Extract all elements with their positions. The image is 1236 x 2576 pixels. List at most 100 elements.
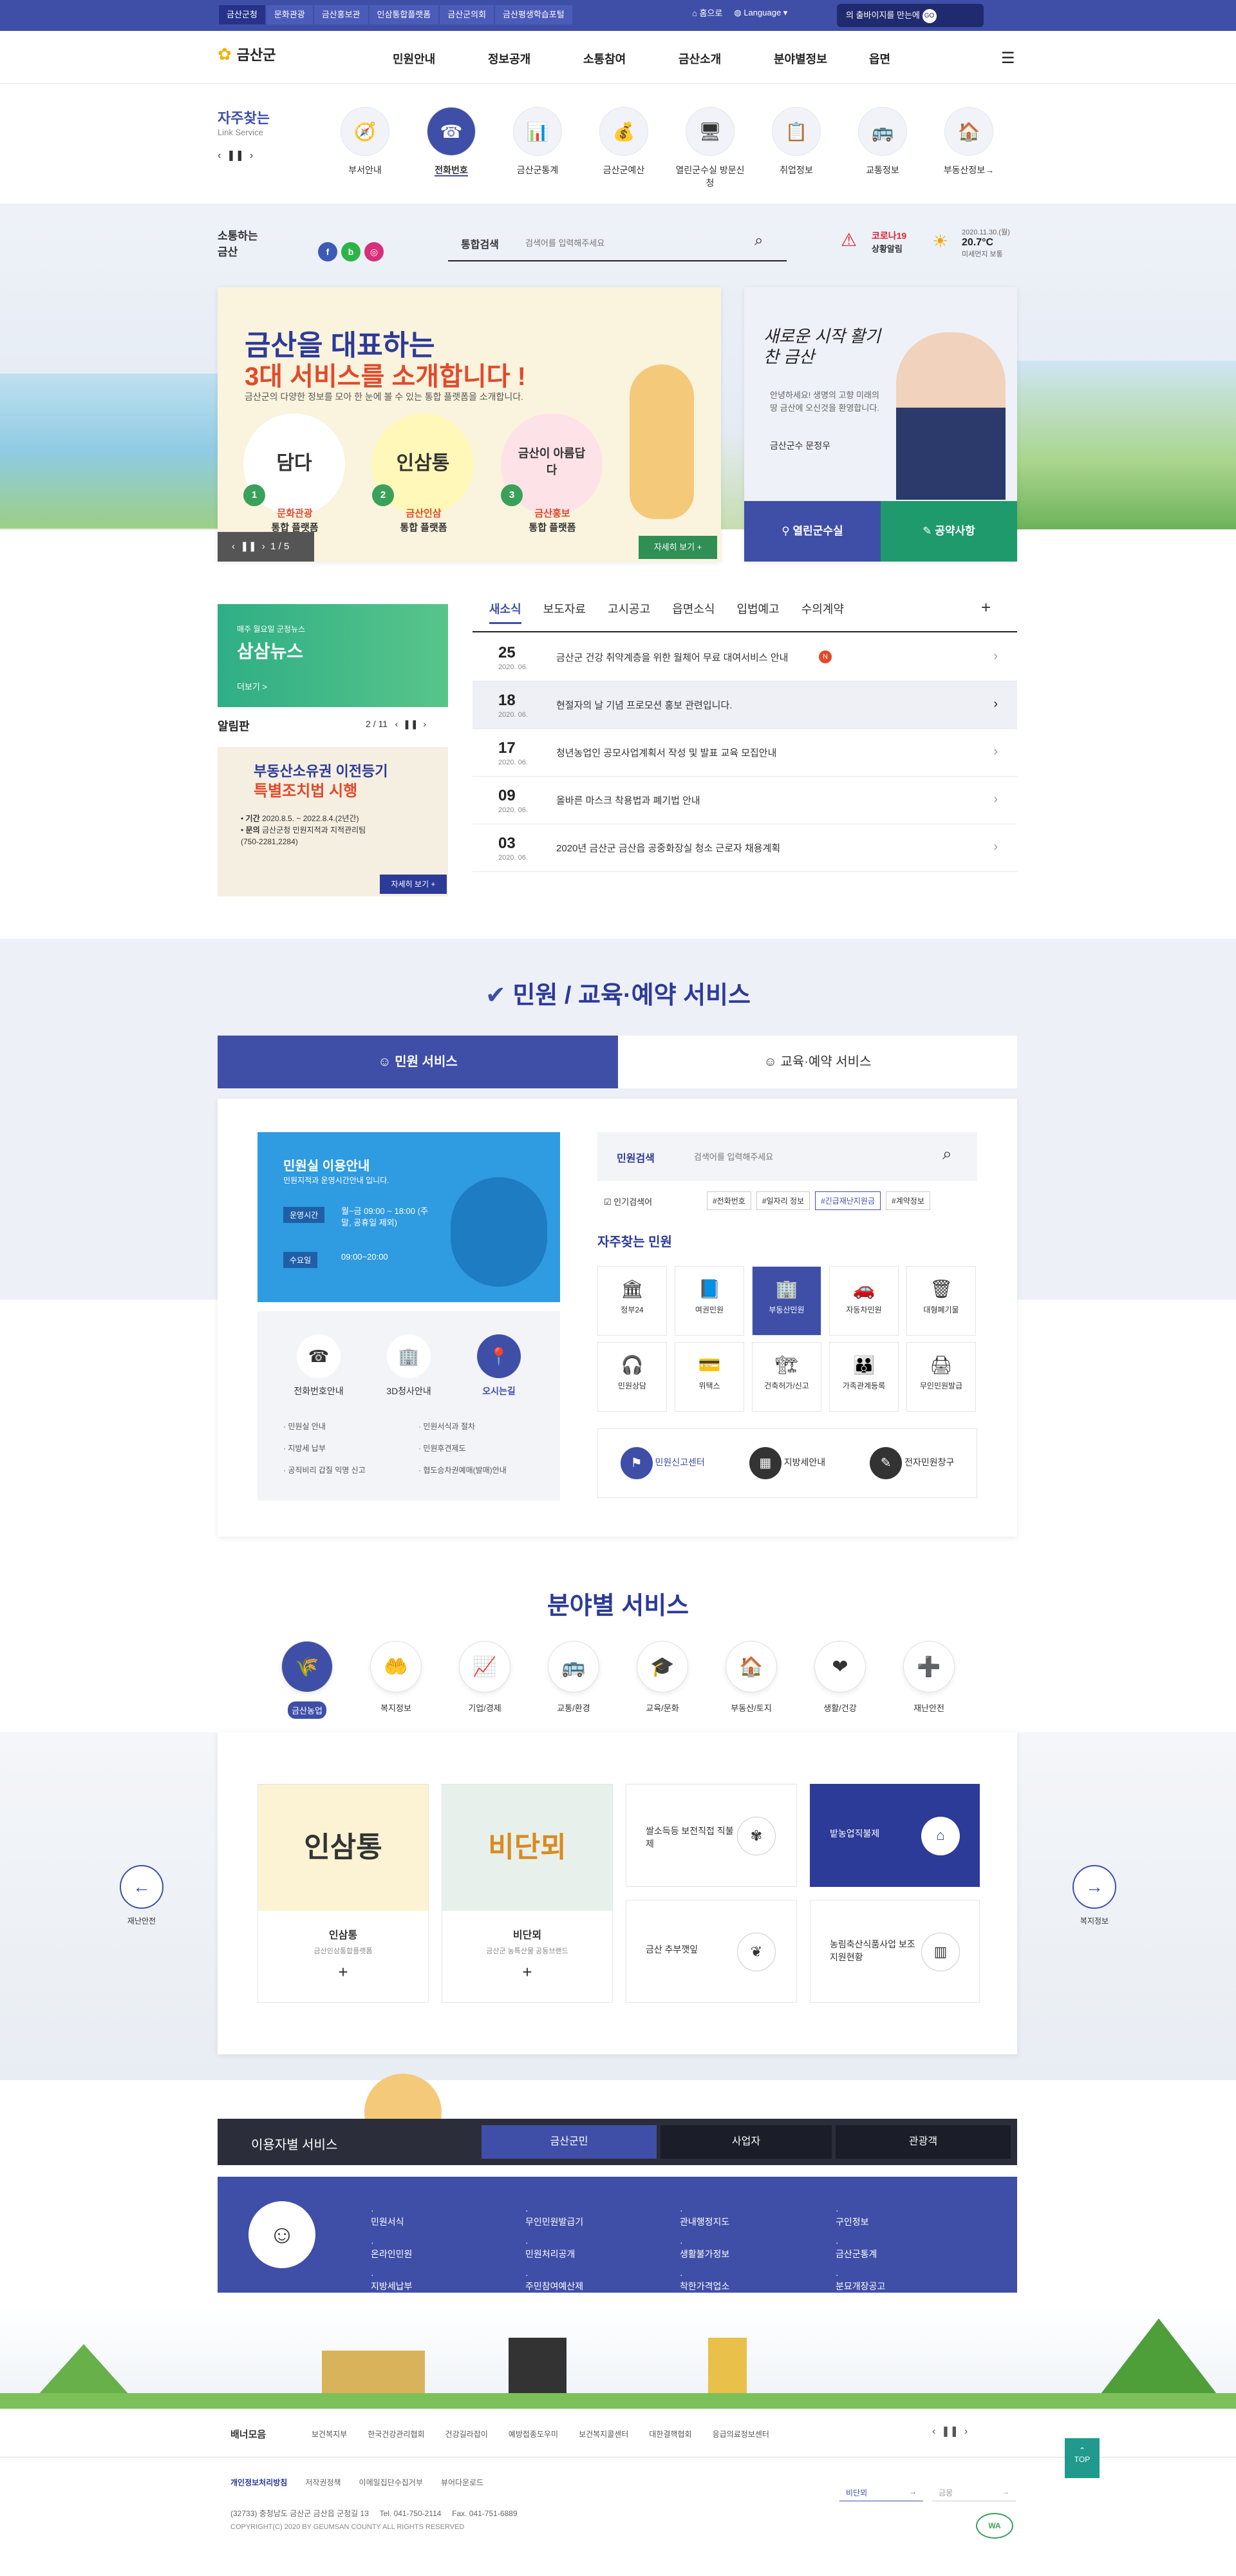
- news-tab[interactable]: 읍면소식: [672, 600, 715, 624]
- user-link[interactable]: · 구인정보: [836, 2205, 885, 2228]
- user-link[interactable]: · 주민참여예산제: [525, 2269, 583, 2293]
- quick-item[interactable]: 📋 취업정보: [761, 107, 832, 176]
- civil-grid-item[interactable]: 🚗 자동차민원: [829, 1266, 899, 1336]
- language-select[interactable]: ◍ Language ▾: [734, 8, 787, 18]
- footer-link[interactable]: 저작권정책: [305, 2477, 341, 2488]
- news-row[interactable]: 18 2020. 06. 현절자의 날 기념 프로모션 홍보 관련입니다. ›: [473, 681, 1017, 729]
- facebook-icon[interactable]: f: [318, 242, 337, 261]
- site-tab[interactable]: 금산홍보관: [314, 5, 368, 24]
- user-link[interactable]: · 금산군통계: [836, 2237, 885, 2260]
- user-link[interactable]: · 온라인민원: [371, 2237, 412, 2260]
- e-civil-link[interactable]: ✎ 전자민원창구: [870, 1447, 954, 1479]
- home-link[interactable]: ⌂ 홈으로: [692, 6, 722, 19]
- notice-banner[interactable]: 부동산소유권 이전등기 특별조치법 시행 • 기간 2020.8.5. ~ 20…: [218, 747, 448, 896]
- banner-more-button[interactable]: 자세히 보기 +: [639, 536, 717, 559]
- quick-item[interactable]: 🖥 열린군수실 방문신청: [675, 107, 745, 189]
- menu-item[interactable]: 금산소개: [679, 50, 774, 67]
- user-tab[interactable]: 관광객: [836, 2125, 1011, 2159]
- banner-link[interactable]: 건강길라잡이: [445, 2429, 488, 2439]
- field-card-insamtong[interactable]: 인삼통 인삼통 금산인삼통합플랫폼 +: [258, 1784, 429, 2003]
- field-link-card[interactable]: 농림축산식품사업 보조지원현황 ▥: [810, 1900, 980, 2003]
- site-tab[interactable]: 인삼통합플랫폼: [369, 5, 439, 24]
- user-link[interactable]: · 분묘개장공고: [836, 2269, 885, 2293]
- board-controls[interactable]: 2 / 11 ‹ ❚❚ ›: [366, 719, 426, 730]
- footer-link[interactable]: 개인정보처리방침: [230, 2477, 287, 2488]
- quick-item[interactable]: 💰 금산군예산: [588, 107, 659, 176]
- local-tax-link[interactable]: ▦ 지방세안내: [749, 1447, 825, 1479]
- search-icon[interactable]: ⌕: [942, 1144, 952, 1164]
- related-site-select-2[interactable]: 금몽 →: [932, 2483, 1016, 2501]
- directions-link[interactable]: 📍 오시는길: [464, 1334, 534, 1397]
- menu-item[interactable]: 정보공개: [488, 50, 583, 67]
- field-next-button[interactable]: →: [1072, 1865, 1116, 1909]
- user-link[interactable]: · 관내행정지도: [680, 2205, 729, 2228]
- tag[interactable]: #긴급재난지원금: [815, 1191, 881, 1210]
- quick-item[interactable]: 🧭 부서안내: [330, 107, 400, 176]
- news-row[interactable]: 09 2020. 06. 올바른 마스크 착용법과 폐기법 안내 ›: [473, 777, 1017, 824]
- field-prev-button[interactable]: ←: [120, 1865, 164, 1909]
- site-tab[interactable]: 금산군의회: [440, 5, 494, 24]
- footer-link[interactable]: 이메일집단수집거부: [359, 2477, 423, 2488]
- civil-grid-item[interactable]: 🏗 건축허가/신고: [752, 1342, 821, 1412]
- sublist-item[interactable]: · 민원서식과 절차: [418, 1416, 507, 1437]
- civil-grid-item[interactable]: 🗑 대형폐기물: [906, 1266, 976, 1336]
- hamburger-icon[interactable]: ☰: [1001, 49, 1015, 68]
- footer-link[interactable]: 뷰어다운로드: [441, 2477, 483, 2488]
- field-item[interactable]: 🌾 금산농업: [279, 1641, 335, 1719]
- field-link-card[interactable]: 밭농업직불제 ⌂: [810, 1784, 980, 1887]
- news-tab[interactable]: 보도자료: [543, 600, 586, 624]
- field-link-card[interactable]: 쌀소득등 보전직접 직불제 ✾: [626, 1784, 797, 1887]
- news-row[interactable]: 17 2020. 06. 청년농업인 공모사업계획서 작성 및 발표 교육 모집안내…: [473, 729, 1017, 777]
- civil-grid-item[interactable]: 🎧 민원상담: [597, 1342, 667, 1412]
- sublist-item[interactable]: · 지방세 납부: [283, 1437, 366, 1459]
- banner-link[interactable]: 예방접종도우미: [509, 2429, 558, 2439]
- civil-grid-item[interactable]: 🖨 무인민원발급: [906, 1342, 976, 1412]
- user-tab[interactable]: 사업자: [660, 2125, 832, 2159]
- top-button[interactable]: ⌃ TOP: [1065, 2438, 1100, 2478]
- user-link[interactable]: · 민원처리공개: [525, 2237, 583, 2260]
- pledge-button[interactable]: ✎ 공약사항: [881, 501, 1017, 562]
- field-item[interactable]: 🤲 복지정보: [368, 1641, 424, 1714]
- user-link[interactable]: · 착한가격업소: [680, 2269, 729, 2293]
- news-tab[interactable]: 입법예고: [736, 600, 779, 624]
- samsam-news-promo[interactable]: 매주 월요일 군정뉴스 삼삼뉴스 더보기 >: [218, 604, 448, 707]
- banner-link[interactable]: 보건복지콜센터: [579, 2429, 628, 2439]
- user-link[interactable]: · 무인민원발급기: [525, 2205, 583, 2228]
- phone-guide-link[interactable]: ☎ 전화번호안내: [283, 1334, 354, 1397]
- covid-alert[interactable]: 코로나19 상황알림: [872, 229, 906, 254]
- banner-item-1[interactable]: 담다 1: [243, 413, 345, 515]
- tag[interactable]: #일자리 정보: [756, 1191, 810, 1210]
- site-tab[interactable]: 문화관광: [266, 5, 313, 24]
- field-item[interactable]: 📈 기업/경제: [457, 1641, 512, 1714]
- site-tab[interactable]: 금산평생학습포털: [495, 5, 572, 24]
- civil-grid-item[interactable]: 🏢 부동산민원: [752, 1266, 821, 1336]
- news-row[interactable]: 03 2020. 06. 2020년 금산군 금산읍 공중화장실 청소 근로자 채용…: [473, 824, 1017, 872]
- user-tab[interactable]: 금산군민: [482, 2125, 657, 2159]
- sublist-item[interactable]: · 민원실 안내: [283, 1416, 366, 1437]
- field-link-card[interactable]: 금산 추부깻잎 ❦: [626, 1900, 797, 2003]
- banner-controls[interactable]: ‹ ❚❚ ›: [932, 2425, 968, 2438]
- instagram-icon[interactable]: ◎: [364, 242, 384, 261]
- field-item[interactable]: 🚌 교통/환경: [546, 1641, 601, 1714]
- menu-item[interactable]: 소통참여: [583, 50, 679, 67]
- tab-civil-service[interactable]: ☺ 민원 서비스: [218, 1036, 618, 1088]
- quick-item[interactable]: 🏠 부동산정보→: [933, 107, 1004, 176]
- news-tab[interactable]: 고시공고: [608, 600, 650, 624]
- site-tab[interactable]: 금산군청: [219, 5, 265, 24]
- tab-education-service[interactable]: ☺ 교육·예약 서비스: [618, 1036, 1017, 1088]
- sublist-item[interactable]: · 공직비리 갑질 익명 신고: [283, 1459, 366, 1481]
- campaign-banner[interactable]: 의 출바이지를 만는에 GO: [837, 4, 984, 27]
- civil-grid-item[interactable]: 📘 여권민원: [675, 1266, 744, 1336]
- search-icon[interactable]: ⌕: [754, 232, 763, 250]
- sublist-item[interactable]: · 민원후견제도: [418, 1437, 507, 1459]
- quick-item[interactable]: 📊 금산군통계: [502, 107, 573, 176]
- field-card-bidanmoe[interactable]: 비단뫼 비단뫼 금산군 농특산물 공동브랜드 +: [442, 1784, 613, 2003]
- quick-controls[interactable]: ‹ ❚❚ ›: [218, 149, 270, 162]
- field-item[interactable]: ➕ 재난안전: [901, 1641, 957, 1714]
- tag[interactable]: #계약정보: [886, 1191, 930, 1210]
- banner-item-3[interactable]: 금산이 아름답다 3: [501, 413, 603, 515]
- news-tab[interactable]: 새소식: [489, 600, 521, 624]
- field-item[interactable]: 🎓 교육/문화: [635, 1641, 690, 1714]
- blog-icon[interactable]: b: [341, 242, 360, 261]
- field-item[interactable]: ❤ 생활/건강: [812, 1641, 868, 1714]
